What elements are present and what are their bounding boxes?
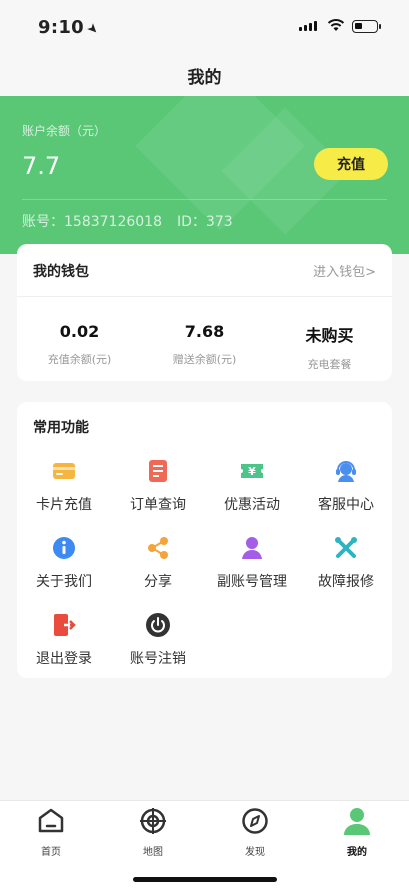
order-document-icon <box>149 460 167 482</box>
func-label: 优惠活动 <box>224 497 280 513</box>
repair-tools-icon <box>335 537 357 558</box>
nav-bar: 我的 <box>0 52 409 96</box>
func-label: 副账号管理 <box>217 574 287 590</box>
wifi-icon <box>327 19 345 31</box>
balance-value: 7.7 <box>22 152 61 180</box>
home-indicator <box>133 877 277 882</box>
account-id: ID：373 <box>177 214 233 230</box>
stat-value: 未购买 <box>305 326 354 345</box>
recharge-balance-stat: 0.02 充值余额(元) <box>17 322 142 367</box>
account-number: 账号：15837126018 <box>22 214 162 230</box>
func-cancel-account[interactable]: 账号注销 <box>111 613 205 683</box>
func-label: 卡片充值 <box>36 497 92 513</box>
wallet-card: 我的钱包 进入钱包> 0.02 充值余额(元) 7.68 赠送余额(元) 未购买… <box>17 244 392 381</box>
func-repair[interactable]: 故障报修 <box>299 536 393 606</box>
func-label: 客服中心 <box>318 497 374 513</box>
customer-service-icon <box>336 461 356 482</box>
func-label: 订单查询 <box>130 497 186 513</box>
stat-label: 充电套餐 <box>307 358 352 371</box>
compass-icon <box>242 808 268 834</box>
func-about-us[interactable]: 关于我们 <box>17 536 111 606</box>
battery-level <box>355 23 362 29</box>
user-icon <box>344 808 370 835</box>
tab-mine[interactable]: 我的 <box>306 807 408 863</box>
func-promotions[interactable]: ¥ 优惠活动 <box>205 459 299 529</box>
cellular-signal-icon <box>299 21 317 31</box>
func-label: 账号注销 <box>130 651 186 667</box>
battery-icon <box>352 20 381 33</box>
info-icon <box>53 537 75 559</box>
tab-home[interactable]: 首页 <box>0 807 102 863</box>
status-time: 9:10➤ <box>38 17 102 39</box>
common-functions-card: 常用功能 卡片充值 订单查询 ¥ 优惠活动 客服中心 关于我们 分享 副账号管理… <box>17 402 392 678</box>
share-icon <box>148 537 168 559</box>
logout-icon <box>54 614 76 636</box>
home-icon <box>38 808 64 833</box>
func-label: 关于我们 <box>36 574 92 590</box>
page-title: 我的 <box>187 68 222 88</box>
func-card-recharge[interactable]: 卡片充值 <box>17 459 111 529</box>
power-icon <box>146 613 170 637</box>
tab-label: 发现 <box>245 847 265 858</box>
enter-wallet-link[interactable]: 进入钱包> <box>313 261 376 280</box>
svg-text:¥: ¥ <box>248 465 256 478</box>
sub-account-icon <box>242 537 262 559</box>
func-order-query[interactable]: 订单查询 <box>111 459 205 529</box>
tab-label: 首页 <box>41 847 61 858</box>
gift-balance-stat: 7.68 赠送余额(元) <box>142 322 267 367</box>
status-bar: 9:10➤ <box>0 0 409 52</box>
func-share[interactable]: 分享 <box>111 536 205 606</box>
wallet-title: 我的钱包 <box>33 264 89 280</box>
card-icon <box>53 463 75 479</box>
status-time-text: 9:10 <box>38 17 84 38</box>
func-customer-service[interactable]: 客服中心 <box>299 459 393 529</box>
account-header: 账户余额（元） 7.7 充值 账号：15837126018 ID：373 <box>0 96 409 254</box>
divider <box>17 296 392 297</box>
func-sub-account[interactable]: 副账号管理 <box>205 536 299 606</box>
tab-discover[interactable]: 发现 <box>204 807 306 863</box>
func-logout[interactable]: 退出登录 <box>17 613 111 683</box>
func-label: 分享 <box>144 574 172 590</box>
tab-map[interactable]: 地图 <box>102 807 204 863</box>
section-title: 常用功能 <box>33 420 89 436</box>
stat-value: 0.02 <box>59 322 100 341</box>
location-arrow-icon: ➤ <box>83 20 102 39</box>
header-divider <box>22 199 387 200</box>
tab-label: 我的 <box>347 847 367 858</box>
func-label: 故障报修 <box>318 574 374 590</box>
charging-package-stat[interactable]: 未购买 充电套餐 <box>267 322 392 372</box>
coupon-yen-icon: ¥ <box>241 464 263 478</box>
map-target-icon <box>140 808 166 834</box>
tab-label: 地图 <box>143 847 163 858</box>
recharge-button[interactable]: 充值 <box>314 148 388 180</box>
balance-label: 账户余额（元） <box>22 124 107 138</box>
func-label: 退出登录 <box>36 651 92 667</box>
stat-label: 充值余额(元) <box>47 353 112 366</box>
stat-value: 7.68 <box>184 322 225 341</box>
stat-label: 赠送余额(元) <box>172 353 237 366</box>
